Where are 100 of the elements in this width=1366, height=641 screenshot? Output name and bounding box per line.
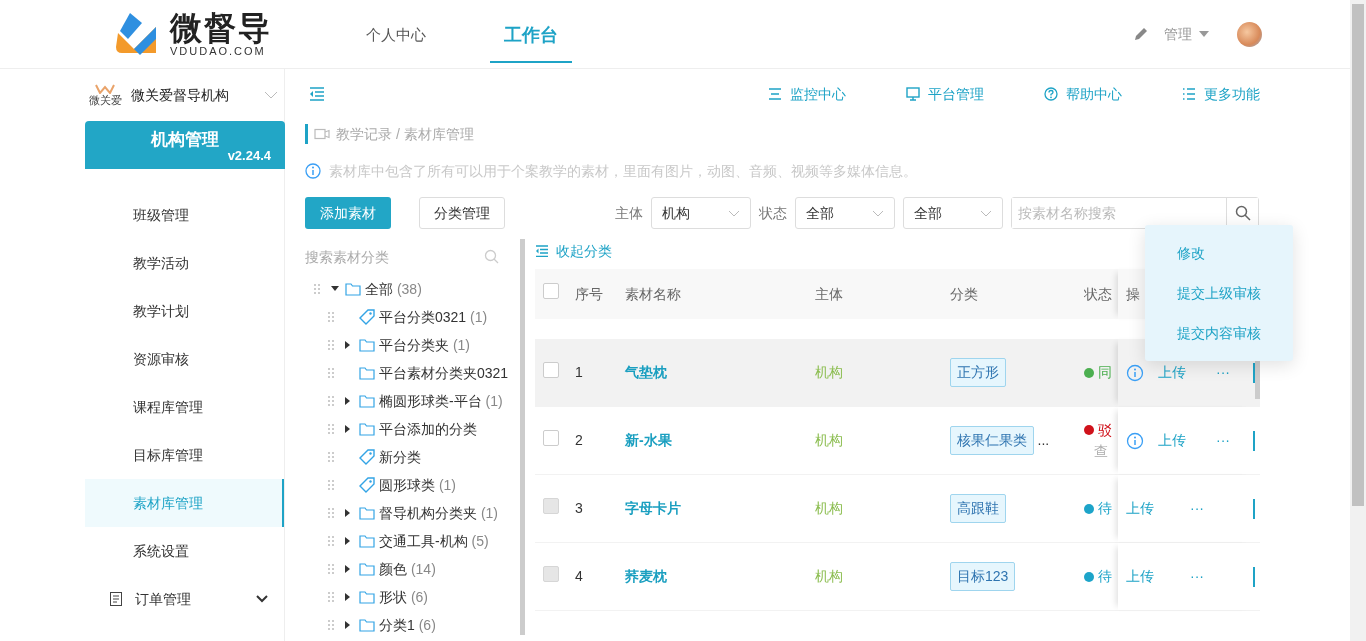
collapse-menu-icon	[535, 245, 549, 257]
folder-icon	[359, 534, 375, 548]
tree-node[interactable]: 全部 (38)	[365, 278, 422, 300]
caret-right-icon[interactable]	[345, 621, 351, 629]
status-text: 待	[1098, 567, 1112, 586]
checkbox[interactable]	[543, 361, 559, 378]
column-header: 状态	[1084, 285, 1112, 302]
drag-handle-icon	[327, 339, 335, 351]
caret-down-icon[interactable]	[331, 286, 339, 292]
filter-label: 状态	[759, 203, 787, 223]
checkbox[interactable]	[543, 429, 559, 446]
tree-node[interactable]: 平台分类夹 (1)	[379, 334, 470, 356]
table-cell: 4	[575, 568, 583, 584]
nav-tab[interactable]: 个人中心	[352, 7, 440, 61]
more-tags: ...	[1037, 430, 1050, 451]
chevron-down-icon	[980, 209, 992, 217]
drag-handle-icon	[327, 479, 335, 491]
collapse-menu-icon[interactable]	[309, 87, 325, 101]
folder-icon	[359, 506, 375, 520]
tree-node[interactable]: 颜色 (14)	[379, 558, 436, 580]
column-header: 主体	[815, 285, 843, 302]
menu-item[interactable]: 班级管理	[85, 191, 284, 239]
caret-right-icon[interactable]	[345, 425, 351, 433]
caret-right-icon[interactable]	[345, 509, 351, 517]
category-tag: 目标123	[950, 562, 1016, 591]
folder-icon	[359, 562, 375, 576]
tree-node[interactable]: 圆形球类 (1)	[379, 474, 456, 496]
document-icon	[109, 591, 123, 607]
tag-icon	[359, 477, 375, 493]
menu-item[interactable]: 目标库管理	[85, 431, 284, 479]
status-text: 同	[1098, 363, 1112, 382]
scrollbar[interactable]	[520, 239, 525, 635]
tree-node[interactable]: 椭圆形球类-平台 (1)	[379, 390, 503, 412]
drag-handle-icon	[327, 451, 335, 463]
folder-icon	[359, 422, 375, 436]
table-cell: 1	[575, 364, 583, 380]
caret-right-icon[interactable]	[345, 593, 351, 601]
select-field[interactable]: 机构	[651, 197, 751, 229]
info-icon[interactable]	[1126, 363, 1144, 382]
edge-marker	[1253, 362, 1255, 383]
drag-handle-icon	[327, 395, 335, 407]
folder-icon	[359, 366, 375, 380]
select-field[interactable]: 全部	[903, 197, 1003, 229]
info-icon[interactable]	[1126, 431, 1144, 450]
tree-node[interactable]: 平台分类0321 (1)	[379, 306, 488, 328]
folder-icon	[359, 618, 375, 632]
status-text: 驳	[1098, 420, 1112, 440]
menu-item[interactable]: 教学计划	[85, 287, 284, 335]
drag-handle-icon	[327, 423, 335, 435]
pencil-icon[interactable]	[1132, 25, 1150, 43]
help-icon	[1044, 87, 1058, 101]
tree-node[interactable]: 交通工具-机构 (5)	[379, 530, 489, 552]
edge-marker	[1253, 498, 1255, 519]
caret-right-icon[interactable]	[345, 397, 351, 405]
menu-item[interactable]: 课程库管理	[85, 383, 284, 431]
tree-node[interactable]: 新分类	[379, 446, 421, 468]
folder-icon	[359, 394, 375, 408]
search-button[interactable]	[1226, 198, 1258, 228]
caret-right-icon[interactable]	[345, 537, 351, 545]
drag-handle-icon	[327, 591, 335, 603]
table-cell: 3	[575, 500, 583, 516]
table-cell: 机构	[815, 432, 843, 448]
table-cell: 机构	[815, 568, 843, 584]
category-tag: 高跟鞋	[950, 494, 1006, 523]
module-title: 机构管理	[151, 129, 219, 151]
checkbox[interactable]	[543, 283, 559, 299]
tag-icon	[359, 309, 375, 325]
drag-handle-icon	[327, 535, 335, 547]
filter-label: 主体	[615, 203, 643, 223]
column-header: 素材名称	[625, 285, 681, 302]
search-field[interactable]: 按素材名称搜索	[1011, 197, 1259, 229]
drag-handle-icon	[327, 563, 335, 575]
scrollbar[interactable]	[1350, 0, 1366, 641]
search-icon	[484, 249, 500, 265]
tree-node[interactable]: 平台添加的分类	[379, 418, 477, 440]
tree-node[interactable]: 形状 (6)	[379, 586, 428, 608]
caret-right-icon[interactable]	[345, 341, 351, 349]
category-button[interactable]: 分类管理	[419, 197, 505, 229]
chevron-down-icon	[256, 595, 268, 603]
menu-item[interactable]: 资源审核	[85, 335, 284, 383]
tree-node[interactable]: 平台素材分类夹0321	[379, 362, 509, 384]
caret-right-icon[interactable]	[345, 565, 351, 573]
list-icon	[1182, 87, 1196, 101]
tree-node[interactable]: 分类1 (6)	[379, 614, 436, 635]
video-icon	[314, 128, 330, 140]
drag-handle-icon	[327, 367, 335, 379]
tag-icon	[359, 449, 375, 465]
folder-icon	[359, 590, 375, 604]
edge-marker	[1253, 430, 1255, 451]
chevron-down-icon[interactable]	[264, 91, 278, 99]
menu-item[interactable]: 系统设置	[85, 527, 284, 575]
category-tag: 核果仁果类	[950, 426, 1034, 455]
menu-group[interactable]: 订单管理	[85, 575, 284, 623]
column-header: 分类	[950, 285, 978, 302]
tree-node[interactable]: 督导机构分类夹 (1)	[379, 502, 498, 524]
avatar[interactable]	[1237, 21, 1262, 47]
column-header: 操	[1126, 284, 1140, 304]
table-cell: 机构	[815, 500, 843, 516]
select-field[interactable]: 全部	[795, 197, 895, 229]
menu-item[interactable]: 教学活动	[85, 239, 284, 287]
